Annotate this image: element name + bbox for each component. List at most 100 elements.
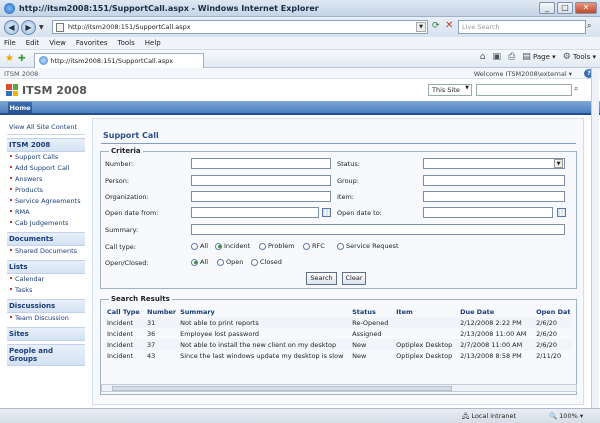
open-date-to-label: Open date to:	[337, 209, 382, 217]
cell-status: Re-Opened	[350, 317, 395, 328]
quick-launch-item-products[interactable]: Products	[7, 185, 85, 196]
quick-launch-item-team-discussion[interactable]: Team Discussion	[7, 313, 85, 324]
column-header[interactable]: Call Type	[105, 306, 145, 317]
close-button[interactable]: ✕	[575, 2, 597, 14]
maximize-button[interactable]: □	[557, 2, 573, 14]
print-icon[interactable]: ⎙	[508, 52, 515, 62]
open-date-from-input[interactable]	[191, 207, 319, 218]
quick-launch-item-service-agreements[interactable]: Service Agreements	[7, 196, 85, 207]
table-row[interactable]: Incident 43 Since the last windows updat…	[105, 350, 572, 361]
back-button[interactable]: ◀	[4, 19, 19, 35]
site-search-icon[interactable]: ⌕	[574, 84, 578, 94]
person-input[interactable]	[191, 175, 331, 186]
call-type-problem-radio[interactable]: Problem	[259, 242, 295, 250]
open-closed-all-radio[interactable]: All	[191, 258, 208, 266]
quick-launch-header-people-and-groups[interactable]: People and Groups	[7, 344, 85, 366]
quick-launch-item-rma[interactable]: RMA	[7, 207, 85, 218]
table-row[interactable]: Incident 36 Employee lost password Assig…	[105, 328, 572, 339]
scrollbar-thumb[interactable]	[112, 386, 452, 391]
search-icon[interactable]: ⌕	[587, 21, 591, 31]
horizontal-scrollbar[interactable]	[101, 384, 577, 392]
menu-edit[interactable]: Edit	[26, 39, 40, 47]
status-select[interactable]: ▼	[423, 158, 565, 169]
browser-tab[interactable]: http://itsm2008:151/SupportCall.aspx	[33, 52, 204, 68]
refresh-icon[interactable]: ⟳	[432, 21, 440, 31]
tools-menu[interactable]: ⚙ Tools ▾	[563, 52, 596, 62]
quick-launch-item-cab-judgements[interactable]: Cab Judgements	[7, 218, 85, 229]
cell-item	[394, 317, 459, 328]
menu-tools[interactable]: Tools	[118, 39, 135, 47]
organization-input[interactable]	[191, 191, 331, 202]
zoom-level[interactable]: 🔍 100% ▾	[549, 412, 583, 420]
menu-help[interactable]: Help	[145, 39, 161, 47]
quick-launch-item-add-support-call[interactable]: Add Support Call	[7, 163, 85, 174]
site-title[interactable]: ITSM 2008	[22, 84, 87, 97]
quick-launch-header-lists[interactable]: Lists	[7, 260, 85, 274]
column-header[interactable]: Number	[145, 306, 178, 317]
quick-launch-item-shared-documents[interactable]: Shared Documents	[7, 246, 85, 257]
site-search-input[interactable]	[476, 84, 572, 96]
address-dropdown-icon[interactable]: ▼	[416, 22, 426, 32]
address-field[interactable]: http://itsm2008:151/SupportCall.aspx ▼	[52, 20, 428, 34]
menu-view[interactable]: View	[49, 39, 66, 47]
search-scope-select[interactable]: This Site ▼	[428, 84, 472, 96]
item-input[interactable]	[423, 191, 565, 202]
live-search-input[interactable]: Live Search	[458, 20, 586, 34]
clear-button[interactable]: Clear	[342, 272, 366, 285]
quick-launch-item-answers[interactable]: Answers	[7, 174, 85, 185]
quick-launch-header-documents[interactable]: Documents	[7, 232, 85, 246]
feeds-icon[interactable]: ▣	[493, 52, 502, 62]
cell-item: Optiplex Desktop	[396, 351, 453, 360]
cell-item: Optiplex Desktop	[394, 339, 459, 350]
column-header[interactable]: Status	[350, 306, 394, 317]
chevron-down-icon: ▼	[465, 85, 469, 91]
page-menu[interactable]: ▤ Page ▾	[522, 52, 555, 62]
group-input[interactable]	[423, 175, 565, 186]
column-header[interactable]: Summary	[178, 306, 350, 317]
stop-icon[interactable]: ✕	[445, 20, 453, 31]
home-icon[interactable]: ⌂	[480, 52, 486, 62]
breadcrumb[interactable]: ITSM 2008	[4, 70, 38, 78]
quick-launch-item-support-calls[interactable]: Support Calls	[7, 152, 85, 163]
calendar-icon[interactable]	[322, 208, 331, 217]
number-input[interactable]	[191, 158, 331, 169]
add-favorite-icon[interactable]: ✚	[18, 54, 26, 64]
call-type-all-radio[interactable]: All	[191, 242, 208, 250]
quick-launch-header-discussions[interactable]: Discussions	[7, 299, 85, 313]
table-row[interactable]: Incident 31 Not able to print reports Re…	[105, 317, 573, 328]
quick-launch-header-itsm[interactable]: ITSM 2008	[7, 138, 85, 152]
forward-button[interactable]: ▶	[21, 19, 36, 35]
call-type-service-request-radio[interactable]: Service Request	[337, 242, 399, 250]
column-header[interactable]: Open Dat	[534, 306, 572, 317]
welcome-menu[interactable]: Welcome ITSM2008\external ▾	[474, 70, 572, 78]
security-zone[interactable]: 🖧 Local intranet	[462, 412, 516, 423]
menu-file[interactable]: File	[4, 39, 16, 47]
quick-launch-header-sites[interactable]: Sites	[7, 327, 85, 341]
call-type-incident-radio[interactable]: Incident	[215, 242, 250, 250]
column-header[interactable]: Due Date	[458, 306, 534, 317]
open-closed-closed-radio[interactable]: Closed	[251, 258, 282, 266]
quick-launch-item-tasks[interactable]: Tasks	[7, 285, 85, 296]
radio-label: Closed	[260, 258, 282, 266]
history-dropdown-icon[interactable]: ▼	[39, 24, 44, 31]
table-row[interactable]: Incident 37 Not able to install the new …	[105, 339, 573, 350]
column-header[interactable]: Item	[394, 306, 458, 317]
menu-favorites[interactable]: Favorites	[76, 39, 108, 47]
cell-status: New	[352, 351, 367, 360]
quick-launch-item-calendar[interactable]: Calendar	[7, 274, 85, 285]
vertical-scrollbar[interactable]	[591, 68, 599, 408]
tab-home[interactable]: Home	[8, 102, 32, 115]
search-button[interactable]: Search	[306, 272, 337, 285]
status-label: Status:	[337, 160, 360, 168]
favorites-star-icon[interactable]: ★	[5, 53, 14, 64]
summary-input[interactable]	[191, 224, 565, 235]
radio-label: Service Request	[346, 242, 399, 250]
calendar-icon[interactable]	[557, 208, 566, 217]
page-menu-label: Page	[532, 53, 550, 61]
security-zone-label: Local intranet	[471, 412, 517, 420]
call-type-rfc-radio[interactable]: RFC	[303, 242, 325, 250]
view-all-site-content-link[interactable]: View All Site Content	[7, 122, 85, 135]
minimize-button[interactable]: _	[539, 2, 555, 14]
open-closed-open-radio[interactable]: Open	[217, 258, 243, 266]
open-date-to-input[interactable]	[423, 207, 553, 218]
